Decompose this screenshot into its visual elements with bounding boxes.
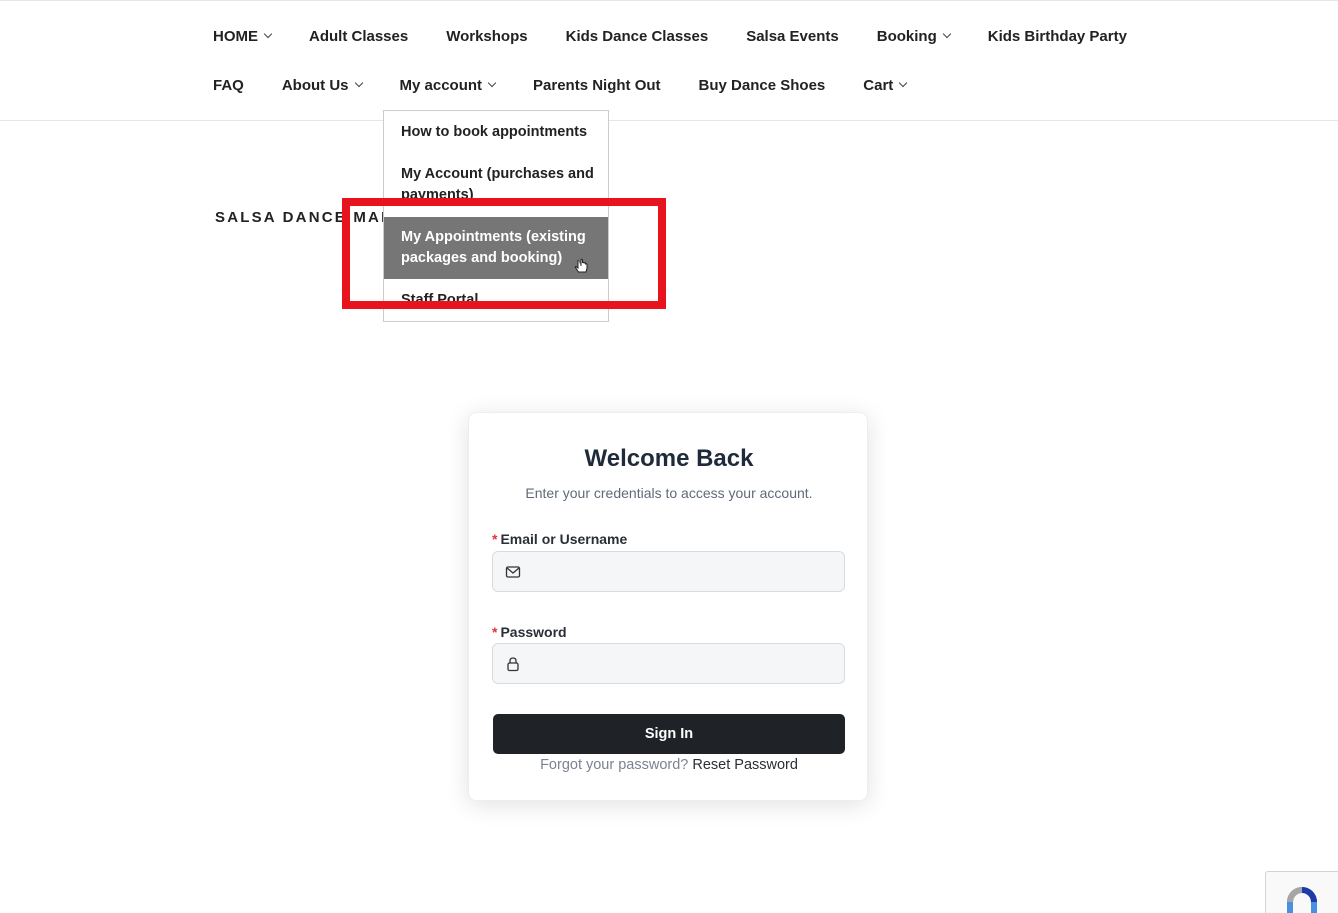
my-account-dropdown: How to book appointments My Account (pur… <box>383 110 609 322</box>
nav-item-faq[interactable]: FAQ <box>213 77 244 94</box>
login-title: Welcome Back <box>584 445 754 472</box>
site-title[interactable]: SALSA DANCE MARKHAM <box>215 209 385 226</box>
nav-item-adult-classes[interactable]: Adult Classes <box>309 28 408 45</box>
chevron-down-icon <box>899 78 908 88</box>
recaptcha-icon <box>1287 887 1317 913</box>
reset-password-link[interactable]: Reset Password <box>692 757 798 773</box>
nav-item-buy-dance-shoes[interactable]: Buy Dance Shoes <box>699 77 826 94</box>
nav-item-kids-dance-classes[interactable]: Kids Dance Classes <box>566 28 709 45</box>
required-mark: * <box>492 624 498 640</box>
login-subtitle: Enter your credentials to access your ac… <box>525 485 813 501</box>
dropdown-item-my-account-purchases[interactable]: My Account (purchases and payments) <box>384 164 608 206</box>
email-field-wrapper <box>492 551 845 593</box>
required-mark: * <box>492 531 498 547</box>
lock-icon <box>507 657 519 672</box>
nav-item-my-account[interactable]: My account <box>400 77 497 94</box>
login-card: Welcome Back Enter your credentials to a… <box>468 412 868 801</box>
dropdown-item-how-to-book[interactable]: How to book appointments <box>384 122 608 143</box>
dropdown-item-staff-portal[interactable]: Staff Portal <box>384 290 608 311</box>
main-navigation: HOME Adult Classes Workshops Kids Dance … <box>0 1 1338 121</box>
password-label: * Password <box>492 624 567 640</box>
nav-row-1: HOME Adult Classes Workshops Kids Dance … <box>213 21 1165 51</box>
recaptcha-badge[interactable] <box>1265 871 1338 913</box>
nav-item-home[interactable]: HOME <box>213 28 273 45</box>
hand-pointer-icon <box>574 258 588 273</box>
email-label: * Email or Username <box>492 531 628 547</box>
nav-item-parents-night-out[interactable]: Parents Night Out <box>533 77 661 94</box>
nav-item-booking[interactable]: Booking <box>877 28 951 45</box>
chevron-down-icon <box>263 29 273 39</box>
chevron-down-icon <box>487 78 497 88</box>
chevron-down-icon <box>354 78 363 88</box>
forgot-password: Forgot your password? Reset Password <box>540 757 798 773</box>
nav-item-kids-birthday-party[interactable]: Kids Birthday Party <box>988 28 1127 45</box>
mail-icon <box>505 566 521 578</box>
password-field-wrapper <box>492 643 845 685</box>
nav-item-about-us[interactable]: About Us <box>282 77 363 94</box>
nav-item-workshops[interactable]: Workshops <box>446 28 527 45</box>
nav-item-salsa-events[interactable]: Salsa Events <box>746 28 839 45</box>
sign-in-button[interactable]: Sign In <box>493 714 845 754</box>
nav-item-cart[interactable]: Cart <box>863 77 908 94</box>
nav-row-2: FAQ About Us My account Parents Night Ou… <box>213 70 944 100</box>
chevron-down-icon <box>942 29 951 39</box>
password-field[interactable] <box>529 644 833 685</box>
email-field[interactable] <box>529 552 833 593</box>
